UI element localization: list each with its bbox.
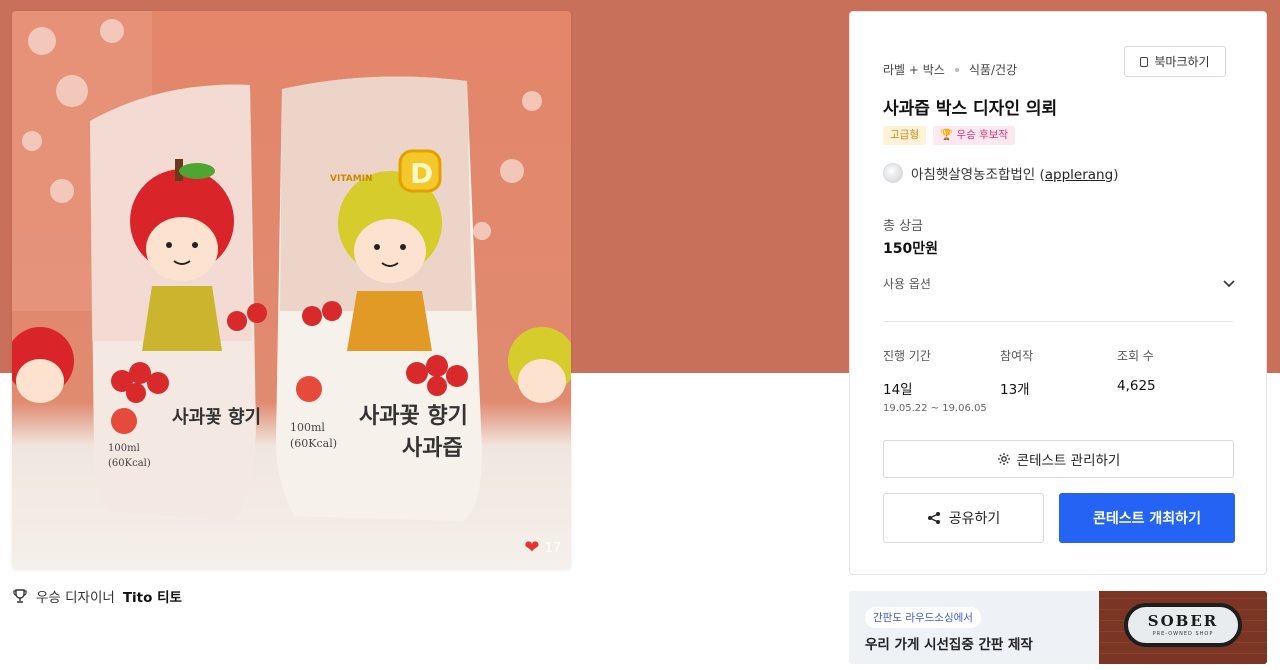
winning-designer: 우승 디자이너 Tito 티토 (12, 586, 182, 606)
contest-info-panel: 라벨 + 박스 식품/건강 북마크하기 사과즙 박스 디자인 의뢰 고급형 🏆 … (849, 11, 1267, 575)
like-button[interactable]: ❤ 17 (524, 539, 561, 557)
trophy-icon (13, 589, 27, 603)
options-dropdown[interactable]: 사용 옵션 (883, 275, 1235, 292)
stat-period: 진행 기간 14일 19.05.22 ~ 19.06.05 (883, 347, 987, 414)
heart-icon: ❤ (524, 537, 540, 558)
gear-icon (997, 453, 1010, 465)
period-dates: 19.05.22 ~ 19.06.05 (883, 403, 987, 414)
period-value: 14일 (883, 382, 913, 398)
share-icon (927, 512, 940, 524)
host-close: ) (1113, 167, 1119, 183)
designer-name[interactable]: Tito 티토 (123, 586, 182, 606)
package-volume-right: 100ml (290, 421, 325, 434)
share-label: 공유하기 (948, 511, 1001, 527)
trophy-small-icon: 🏆 (939, 129, 954, 141)
host-handle-link[interactable]: applerang (1045, 167, 1113, 183)
contest-title: 사과즙 박스 디자인 의뢰 (883, 99, 1058, 119)
bookmark-label: 북마크하기 (1154, 55, 1210, 69)
stat-entries: 참여작 13개 (1000, 347, 1033, 398)
host-contest-button[interactable]: 콘테스트 개최하기 (1059, 493, 1235, 543)
chevron-down-icon (1223, 279, 1235, 287)
manage-contest-label: 콘테스트 관리하기 (1016, 453, 1121, 469)
package-kcal-right: (60Kcal) (290, 437, 337, 450)
package-volume-left: 100ml (108, 443, 140, 454)
manage-contest-button[interactable]: 콘테스트 관리하기 (883, 440, 1234, 478)
period-label: 진행 기간 (883, 349, 931, 363)
package-title-right: 사과꽃 향기 (359, 404, 468, 429)
ad-tag: 간판도 라우드소싱에서 (865, 607, 981, 628)
vitamin-letter: D (410, 157, 433, 190)
prize-label: 총 상금 (883, 219, 924, 234)
product-image[interactable]: VITAMIN D 사과꽃 향기 사과꽃 향기 사과즙 100ml (60Kca… (12, 11, 571, 569)
bookmark-button[interactable]: 북마크하기 (1124, 46, 1226, 77)
sign-brand: SOBER (1147, 611, 1219, 630)
winner-candidate-label: 우승 후보작 (956, 129, 1009, 141)
bookmark-icon (1140, 56, 1149, 67)
share-button[interactable]: 공유하기 (883, 493, 1044, 543)
signboard-image: SOBER PRE-OWNED SHOP (1124, 603, 1242, 647)
badge-group: 고급형 🏆 우승 후보작 (883, 126, 1016, 145)
vitamin-label: VITAMIN (330, 174, 373, 184)
prize-value: 150만원 (883, 241, 938, 257)
separator-dot (954, 67, 959, 72)
sign-subtitle: PRE-OWNED SHOP (1152, 630, 1214, 637)
category-breadcrumb: 라벨 + 박스 식품/건강 (883, 61, 1017, 78)
views-value: 4,625 (1117, 378, 1156, 394)
entries-value: 13개 (1000, 382, 1030, 398)
signboard-ad-banner[interactable]: 간판도 라우드소싱에서 우리 가게 시선집중 간판 제작 SOBER PRE-O… (849, 591, 1267, 664)
designer-label: 우승 디자이너 (36, 590, 115, 606)
category-secondary[interactable]: 식품/건강 (969, 61, 1017, 78)
divider (883, 321, 1233, 322)
like-count: 17 (544, 540, 561, 556)
winner-candidate-badge: 🏆 우승 후보작 (932, 126, 1016, 145)
ad-headline: 우리 가게 시선집중 간판 제작 (865, 637, 1033, 653)
package-subtitle-right: 사과즙 (402, 436, 463, 461)
avatar (883, 163, 903, 183)
stat-views: 조회 수 4,625 (1117, 347, 1156, 394)
options-label: 사용 옵션 (883, 277, 931, 291)
package-kcal-left: (60Kcal) (108, 458, 151, 469)
premium-badge: 고급형 (883, 126, 926, 145)
host-name: 아침햇살영농조합법인 ( (911, 167, 1045, 183)
entries-label: 참여작 (1000, 349, 1034, 363)
product-illustration: VITAMIN D 사과꽃 향기 사과꽃 향기 사과즙 100ml (60Kca… (12, 11, 571, 522)
views-label: 조회 수 (1117, 349, 1154, 363)
package-title-left: 사과꽃 향기 (172, 407, 261, 428)
host-info: 아침햇살영농조합법인 (applerang) (883, 163, 1118, 183)
category-primary[interactable]: 라벨 + 박스 (883, 61, 945, 78)
